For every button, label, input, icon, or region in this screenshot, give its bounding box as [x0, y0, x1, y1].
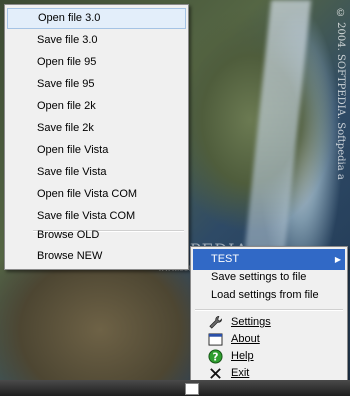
vertical-watermark: © 2004. SOFTPEDIA. Softpedia a — [335, 8, 346, 180]
svg-text:?: ? — [212, 351, 218, 363]
help-label: Help — [231, 350, 254, 362]
tray-app-icon[interactable] — [185, 383, 199, 395]
taskbar — [0, 380, 350, 396]
menu-item-open-file-95[interactable]: Open file 95 — [7, 52, 186, 73]
wrench-icon — [207, 315, 223, 330]
settings-label: Settings — [231, 316, 271, 328]
menu-item-save-file-vista[interactable]: Save file Vista — [7, 162, 186, 183]
file-dialog-menu: Open file 3.0 Save file 3.0 Open file 95… — [4, 4, 189, 270]
menu-item-open-file-vista-com[interactable]: Open file Vista COM — [7, 184, 186, 205]
menu-item-browse-new[interactable]: Browse NEW — [7, 246, 186, 267]
exit-label: Exit — [231, 367, 250, 379]
menu-item-open-file-2k[interactable]: Open file 2k — [7, 96, 186, 117]
close-icon — [207, 366, 223, 381]
menu-item-open-file-3-0[interactable]: Open file 3.0 — [7, 8, 186, 29]
menu-item-save-file-95[interactable]: Save file 95 — [7, 74, 186, 95]
menu-item-save-file-2k[interactable]: Save file 2k — [7, 118, 186, 139]
window-icon — [207, 332, 223, 347]
about-label: About — [231, 333, 260, 345]
test-label: TEST — [211, 253, 240, 265]
tray-menu: TEST ▶ Save settings to file Load settin… — [190, 246, 348, 387]
menu-item-save-file-3-0[interactable]: Save file 3.0 — [7, 30, 186, 51]
menu-separator — [195, 309, 343, 311]
menu-item-load-settings[interactable]: Load settings from file — [193, 285, 345, 306]
menu-item-open-file-vista[interactable]: Open file Vista — [7, 140, 186, 161]
menu-item-browse-old[interactable]: Browse OLD — [7, 225, 186, 246]
menu-item-save-file-vista-com[interactable]: Save file Vista COM — [7, 206, 186, 227]
help-icon: ? — [207, 349, 223, 364]
